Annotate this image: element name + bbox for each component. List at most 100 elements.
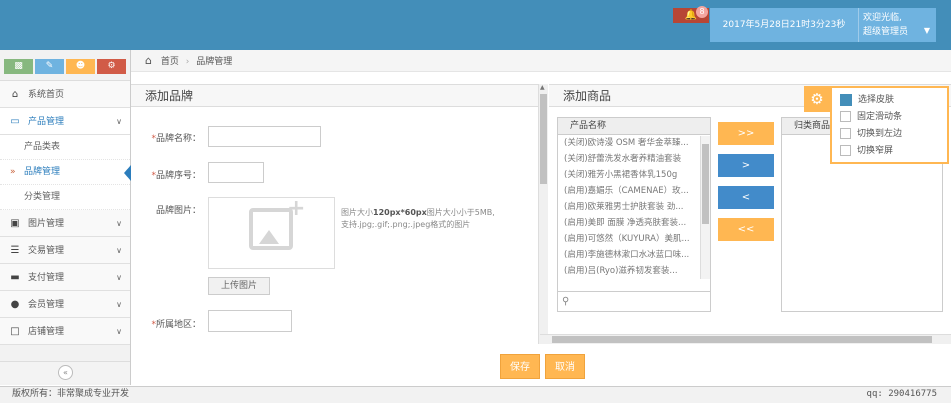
list-item[interactable]: (启用)嘉媚乐（CAMENAE）玫... xyxy=(558,183,698,199)
search-icon: ⚲ xyxy=(562,296,570,307)
move-right-button[interactable]: > xyxy=(718,154,774,177)
sidebar-item-shops[interactable]: □ 店铺管理 ∨ xyxy=(0,318,130,345)
region-select[interactable] xyxy=(208,310,292,332)
add-brand-title: 添加品牌 xyxy=(131,85,538,107)
chevron-down-icon: ∨ xyxy=(116,117,122,126)
laptop-icon: □ xyxy=(10,326,20,337)
add-brand-panel: 添加品牌 *品牌名称： *品牌序号： 品牌图片： + 图片大小120px*60p… xyxy=(131,84,538,344)
sidebar-item-products[interactable]: ▭ 产品管理 ∨ xyxy=(0,108,130,135)
sidebar-subitem-category[interactable]: 分类管理 xyxy=(0,185,130,210)
brand-order-label: *品牌序号： xyxy=(151,171,201,181)
sidebar-item-members[interactable]: ● 会员管理 ∨ xyxy=(0,291,130,318)
qq-contact: qq: 290416775 xyxy=(866,389,937,399)
list-item[interactable]: (启用)吕(Ryo)滋养韧发套装... xyxy=(558,263,698,279)
upload-hint: 图片大小120px*60px图片大小小于5MB, 支持.jpg;.gif;.pn… xyxy=(341,208,495,229)
sidebar-item-home[interactable]: ⌂ 系统首页 xyxy=(0,81,130,108)
chevron-down-icon: ∨ xyxy=(116,327,122,336)
home-icon: ⌂ xyxy=(145,54,152,67)
brand-order-input[interactable] xyxy=(208,162,264,183)
sidebar-subitem-brand[interactable]: » 品牌管理 xyxy=(0,160,131,185)
cogs-icon[interactable]: ⚙ xyxy=(97,59,126,74)
left-panel-scrollbar[interactable]: ▲ ▼ xyxy=(538,84,548,344)
scrollbar-thumb[interactable] xyxy=(702,144,709,224)
double-angle-right-icon: » xyxy=(10,167,16,177)
home-icon: ⌂ xyxy=(11,89,19,100)
horizontal-scrollbar[interactable] xyxy=(540,334,951,344)
list-item[interactable]: (启用)李施德林漱口水冰蓝口味... xyxy=(558,247,698,263)
narrow-screen-option[interactable]: 切换窄屏 xyxy=(840,143,939,160)
move-left-button[interactable]: < xyxy=(718,186,774,209)
brand-image-label: 品牌图片： xyxy=(155,206,201,216)
sidebar: ▩ ✎ ☻ ⚙ ⌂ 系统首页 ▭ 产品管理 ∨ 产品类表 » 品牌管理 分类管理 ▣ 图片管… xyxy=(0,50,131,385)
list-icon: ☰ xyxy=(10,245,20,256)
fixed-scrollbar-checkbox[interactable] xyxy=(840,111,851,122)
chevron-down-icon: ∨ xyxy=(116,273,122,282)
user-icon: ● xyxy=(10,299,20,310)
list-item[interactable]: (关闭)欧诗漫 OSM 奢华金萃臻... xyxy=(558,135,698,151)
top-navbar: 🔔 8 2017年5月28日21时3分23秒 欢迎光临, 超级管理员 ▼ xyxy=(0,0,951,50)
list-item[interactable]: (关闭)雅芳小黑裙香体乳150g xyxy=(558,167,698,183)
product-search-input[interactable]: ⚲ xyxy=(558,291,710,311)
picture-icon: ▣ xyxy=(10,218,20,229)
move-all-right-button[interactable]: >> xyxy=(718,122,774,145)
product-list-scrollbar[interactable] xyxy=(700,136,710,279)
product-list[interactable]: 产品名称 (关闭)欧诗漫 OSM 奢华金萃臻... (关闭)舒蕾洗发水奢养精油套… xyxy=(557,117,711,312)
image-upload-preview[interactable]: + xyxy=(208,196,335,269)
skin-color-swatch[interactable] xyxy=(840,93,852,106)
pencil-icon[interactable]: ✎ xyxy=(35,59,64,74)
save-button[interactable]: 保存 xyxy=(500,354,540,379)
plus-icon: + xyxy=(287,196,306,221)
list-item[interactable]: (启用)美即 面膜 净透亮肤套装... xyxy=(558,215,698,231)
product-rows: (关闭)欧诗漫 OSM 奢华金萃臻... (关闭)舒蕾洗发水奢养精油套装 (关闭… xyxy=(558,135,710,279)
sidebar-shortcuts: ▩ ✎ ☻ ⚙ xyxy=(0,50,130,81)
brand-name-input[interactable] xyxy=(208,126,321,147)
sidebar-item-pictures[interactable]: ▣ 图片管理 ∨ xyxy=(0,210,130,237)
narrow-screen-checkbox[interactable] xyxy=(840,145,851,156)
group-icon[interactable]: ☻ xyxy=(66,59,95,74)
upload-image-button[interactable]: 上传图片 xyxy=(208,277,270,295)
datetime-display: 2017年5月28日21时3分23秒 xyxy=(710,8,858,42)
copyright-text: 版权所有：非常聚成专业开发 xyxy=(12,389,130,399)
sidebar-subitem-product-list[interactable]: 产品类表 xyxy=(0,135,130,160)
scrollbar-thumb[interactable] xyxy=(552,336,932,343)
list-item[interactable]: (关闭)舒蕾洗发水奢养精油套装 xyxy=(558,151,698,167)
chevron-down-icon: ∨ xyxy=(116,300,122,309)
user-menu[interactable]: 欢迎光临, 超级管理员 ▼ xyxy=(858,8,936,42)
breadcrumb: ⌂ 首页 › 品牌管理 xyxy=(131,50,951,72)
caret-down-icon: ▼ xyxy=(923,26,930,35)
sidebar-item-trades[interactable]: ☰ 交易管理 ∨ xyxy=(0,237,130,264)
switch-left-checkbox[interactable] xyxy=(840,128,851,139)
move-all-left-button[interactable]: << xyxy=(718,218,774,241)
signal-icon[interactable]: ▩ xyxy=(4,59,33,74)
footer: 版权所有：非常聚成专业开发 qq: 290416775 xyxy=(0,386,951,403)
breadcrumb-current: 品牌管理 xyxy=(196,57,233,67)
region-label: *所属地区： xyxy=(151,320,201,330)
list-item[interactable]: (启用)可悠然（KUYURA）美肌... xyxy=(558,231,698,247)
scrollbar-thumb[interactable] xyxy=(540,94,547,184)
skin-settings-panel: 选择皮肤 固定滑动条 切换到左边 切换窄屏 xyxy=(830,86,949,164)
desktop-icon: ▭ xyxy=(10,116,20,127)
notification-badge: 8 xyxy=(696,6,708,18)
gear-icon: ⚙ xyxy=(810,90,824,108)
product-list-header: 产品名称 xyxy=(558,118,710,135)
list-item[interactable]: (启用)欧莱雅男士护肤套装 劲... xyxy=(558,199,698,215)
double-angle-left-icon[interactable]: « xyxy=(58,365,73,380)
breadcrumb-home-link[interactable]: 首页 xyxy=(161,57,179,67)
brand-name-label: *品牌名称： xyxy=(151,134,201,144)
sidebar-collapse-bar: « xyxy=(0,361,130,383)
active-indicator xyxy=(124,165,131,181)
chevron-down-icon: ∨ xyxy=(116,246,122,255)
notification-button[interactable]: 🔔 8 xyxy=(673,6,709,23)
switch-left-option[interactable]: 切换到左边 xyxy=(840,126,939,143)
welcome-text: 欢迎光临, xyxy=(863,13,902,23)
user-role: 超级管理员 xyxy=(863,27,909,37)
settings-toggle-button[interactable]: ⚙ xyxy=(804,86,830,112)
fixed-scrollbar-option[interactable]: 固定滑动条 xyxy=(840,109,939,126)
breadcrumb-separator: › xyxy=(185,57,190,67)
credit-card-icon: ▬ xyxy=(10,272,20,283)
sidebar-item-payments[interactable]: ▬ 支付管理 ∨ xyxy=(0,264,130,291)
cancel-button[interactable]: 取消 xyxy=(545,354,585,379)
scroll-up-icon[interactable]: ▲ xyxy=(540,84,545,91)
skin-choose-option[interactable]: 选择皮肤 xyxy=(840,92,939,109)
chevron-down-icon: ∨ xyxy=(116,219,122,228)
